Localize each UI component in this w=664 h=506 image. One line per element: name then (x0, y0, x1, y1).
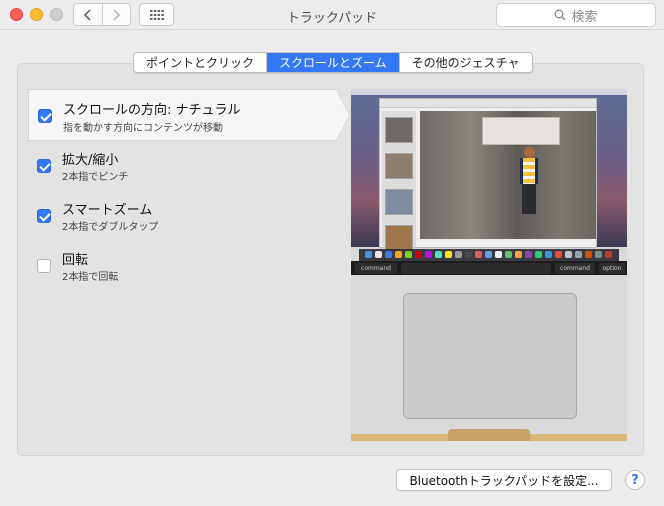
preview-key-command-left: command (355, 263, 397, 274)
option-title: 拡大/縮小 (62, 153, 119, 168)
option-title: スマートズーム (62, 203, 153, 218)
smart-zoom-checkbox[interactable] (37, 209, 51, 223)
option-zoom-in-out[interactable]: 拡大/縮小 2本指でピンチ (28, 140, 336, 192)
option-subtitle: 指を動かす方向にコンテンツが移動 (63, 123, 223, 134)
preview-key-command-right: command (555, 263, 595, 274)
preview-screen (351, 89, 627, 261)
help-button[interactable]: ? (625, 470, 645, 490)
option-rotate[interactable]: 回転 2本指で回転 (28, 240, 336, 292)
option-subtitle: 2本指でピンチ (62, 172, 129, 183)
option-smart-zoom[interactable]: スマートズーム 2本指でダブルタップ (28, 190, 336, 242)
preview-thumbnails (382, 111, 416, 251)
preview-key-option-right: option (599, 263, 625, 274)
option-subtitle: 2本指で回転 (62, 272, 119, 283)
option-scroll-direction[interactable]: スクロールの方向: ナチュラル 指を動かす方向にコンテンツが移動 (28, 89, 350, 141)
preview-key-space (401, 263, 551, 274)
search-icon (554, 9, 566, 21)
tab-scroll-and-zoom[interactable]: スクロールとズーム (266, 53, 399, 72)
preview-trackpad (403, 293, 577, 419)
setup-bluetooth-trackpad-button[interactable]: Bluetoothトラックパッドを設定... (396, 469, 612, 491)
tab-more-gestures[interactable]: その他のジェスチャ (398, 53, 532, 72)
tab-bar: ポイントとクリック スクロールとズーム その他のジェスチャ (133, 52, 533, 73)
search-placeholder: 検索 (571, 9, 598, 25)
preview-photo (420, 111, 596, 239)
tab-point-and-click[interactable]: ポイントとクリック (134, 53, 266, 72)
title-bar: トラックパッド 検索 (0, 0, 664, 30)
option-subtitle: 2本指でダブルタップ (62, 222, 159, 233)
zoom-in-out-checkbox[interactable] (37, 159, 51, 173)
option-title: スクロールの方向: ナチュラル (63, 103, 241, 118)
gesture-preview-video: command command option (351, 89, 627, 441)
search-input[interactable]: 検索 (496, 3, 656, 27)
rotate-checkbox[interactable] (37, 259, 51, 273)
option-title: 回転 (62, 253, 89, 268)
preview-app-window (379, 98, 597, 251)
scroll-direction-checkbox[interactable] (38, 109, 52, 123)
